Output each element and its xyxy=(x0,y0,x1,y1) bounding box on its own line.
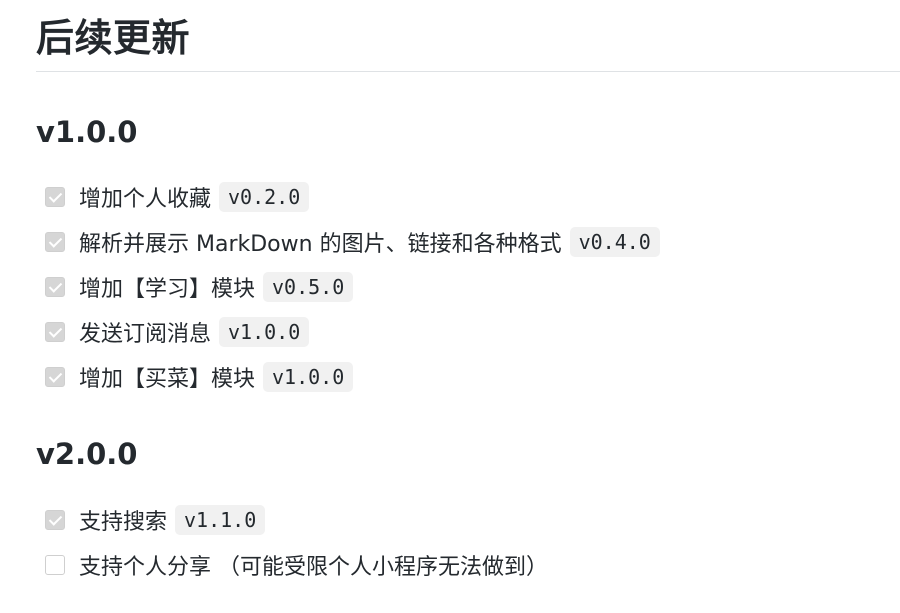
checkbox-checked[interactable] xyxy=(45,509,65,530)
version-heading-v2: v2.0.0 xyxy=(36,437,138,471)
task-item: 增加【买菜】模块 v1.0.0 xyxy=(36,354,660,399)
task-text: 支持个人分享 （可能受限个人小程序无法做到） xyxy=(79,554,548,580)
task-item: 支持个人分享 （可能受限个人小程序无法做到） xyxy=(36,542,548,587)
task-text: 支持搜索 xyxy=(79,509,168,535)
version-tag: v0.2.0 xyxy=(219,181,310,212)
task-text: 解析并展示 MarkDown 的图片、链接和各种格式 xyxy=(79,231,562,257)
task-item: 增加个人收藏 v0.2.0 xyxy=(36,174,660,219)
task-item: 增加【学习】模块 v0.5.0 xyxy=(36,264,660,309)
task-item: 解析并展示 MarkDown 的图片、链接和各种格式 v0.4.0 xyxy=(36,219,660,264)
checkbox-checked[interactable] xyxy=(45,231,65,252)
title-divider xyxy=(36,71,900,72)
version-tag: v0.5.0 xyxy=(263,271,354,302)
version-heading-v1: v1.0.0 xyxy=(36,115,138,149)
task-item: 发送订阅消息 v1.0.0 xyxy=(36,309,660,354)
task-text: 增加【学习】模块 xyxy=(79,276,256,302)
page-title: 后续更新 xyxy=(36,16,191,60)
task-item: 支持搜索 v1.1.0 xyxy=(36,497,548,542)
version-tag: v0.4.0 xyxy=(569,226,660,257)
version-tag: v1.0.0 xyxy=(263,361,354,392)
version-tag: v1.1.0 xyxy=(175,504,266,535)
checkbox-checked[interactable] xyxy=(45,321,65,342)
task-text: 发送订阅消息 xyxy=(79,321,212,347)
checkbox-checked[interactable] xyxy=(45,276,65,297)
task-text: 增加个人收藏 xyxy=(79,186,212,212)
task-list-v1: 增加个人收藏 v0.2.0 解析并展示 MarkDown 的图片、链接和各种格式… xyxy=(36,174,660,399)
task-list-v2: 支持搜索 v1.1.0 支持个人分享 （可能受限个人小程序无法做到） xyxy=(36,497,548,587)
checkbox-checked[interactable] xyxy=(45,186,65,207)
task-text: 增加【买菜】模块 xyxy=(79,366,256,392)
checkbox-checked[interactable] xyxy=(45,366,65,387)
version-tag: v1.0.0 xyxy=(219,316,310,347)
checkbox-unchecked[interactable] xyxy=(45,554,65,575)
